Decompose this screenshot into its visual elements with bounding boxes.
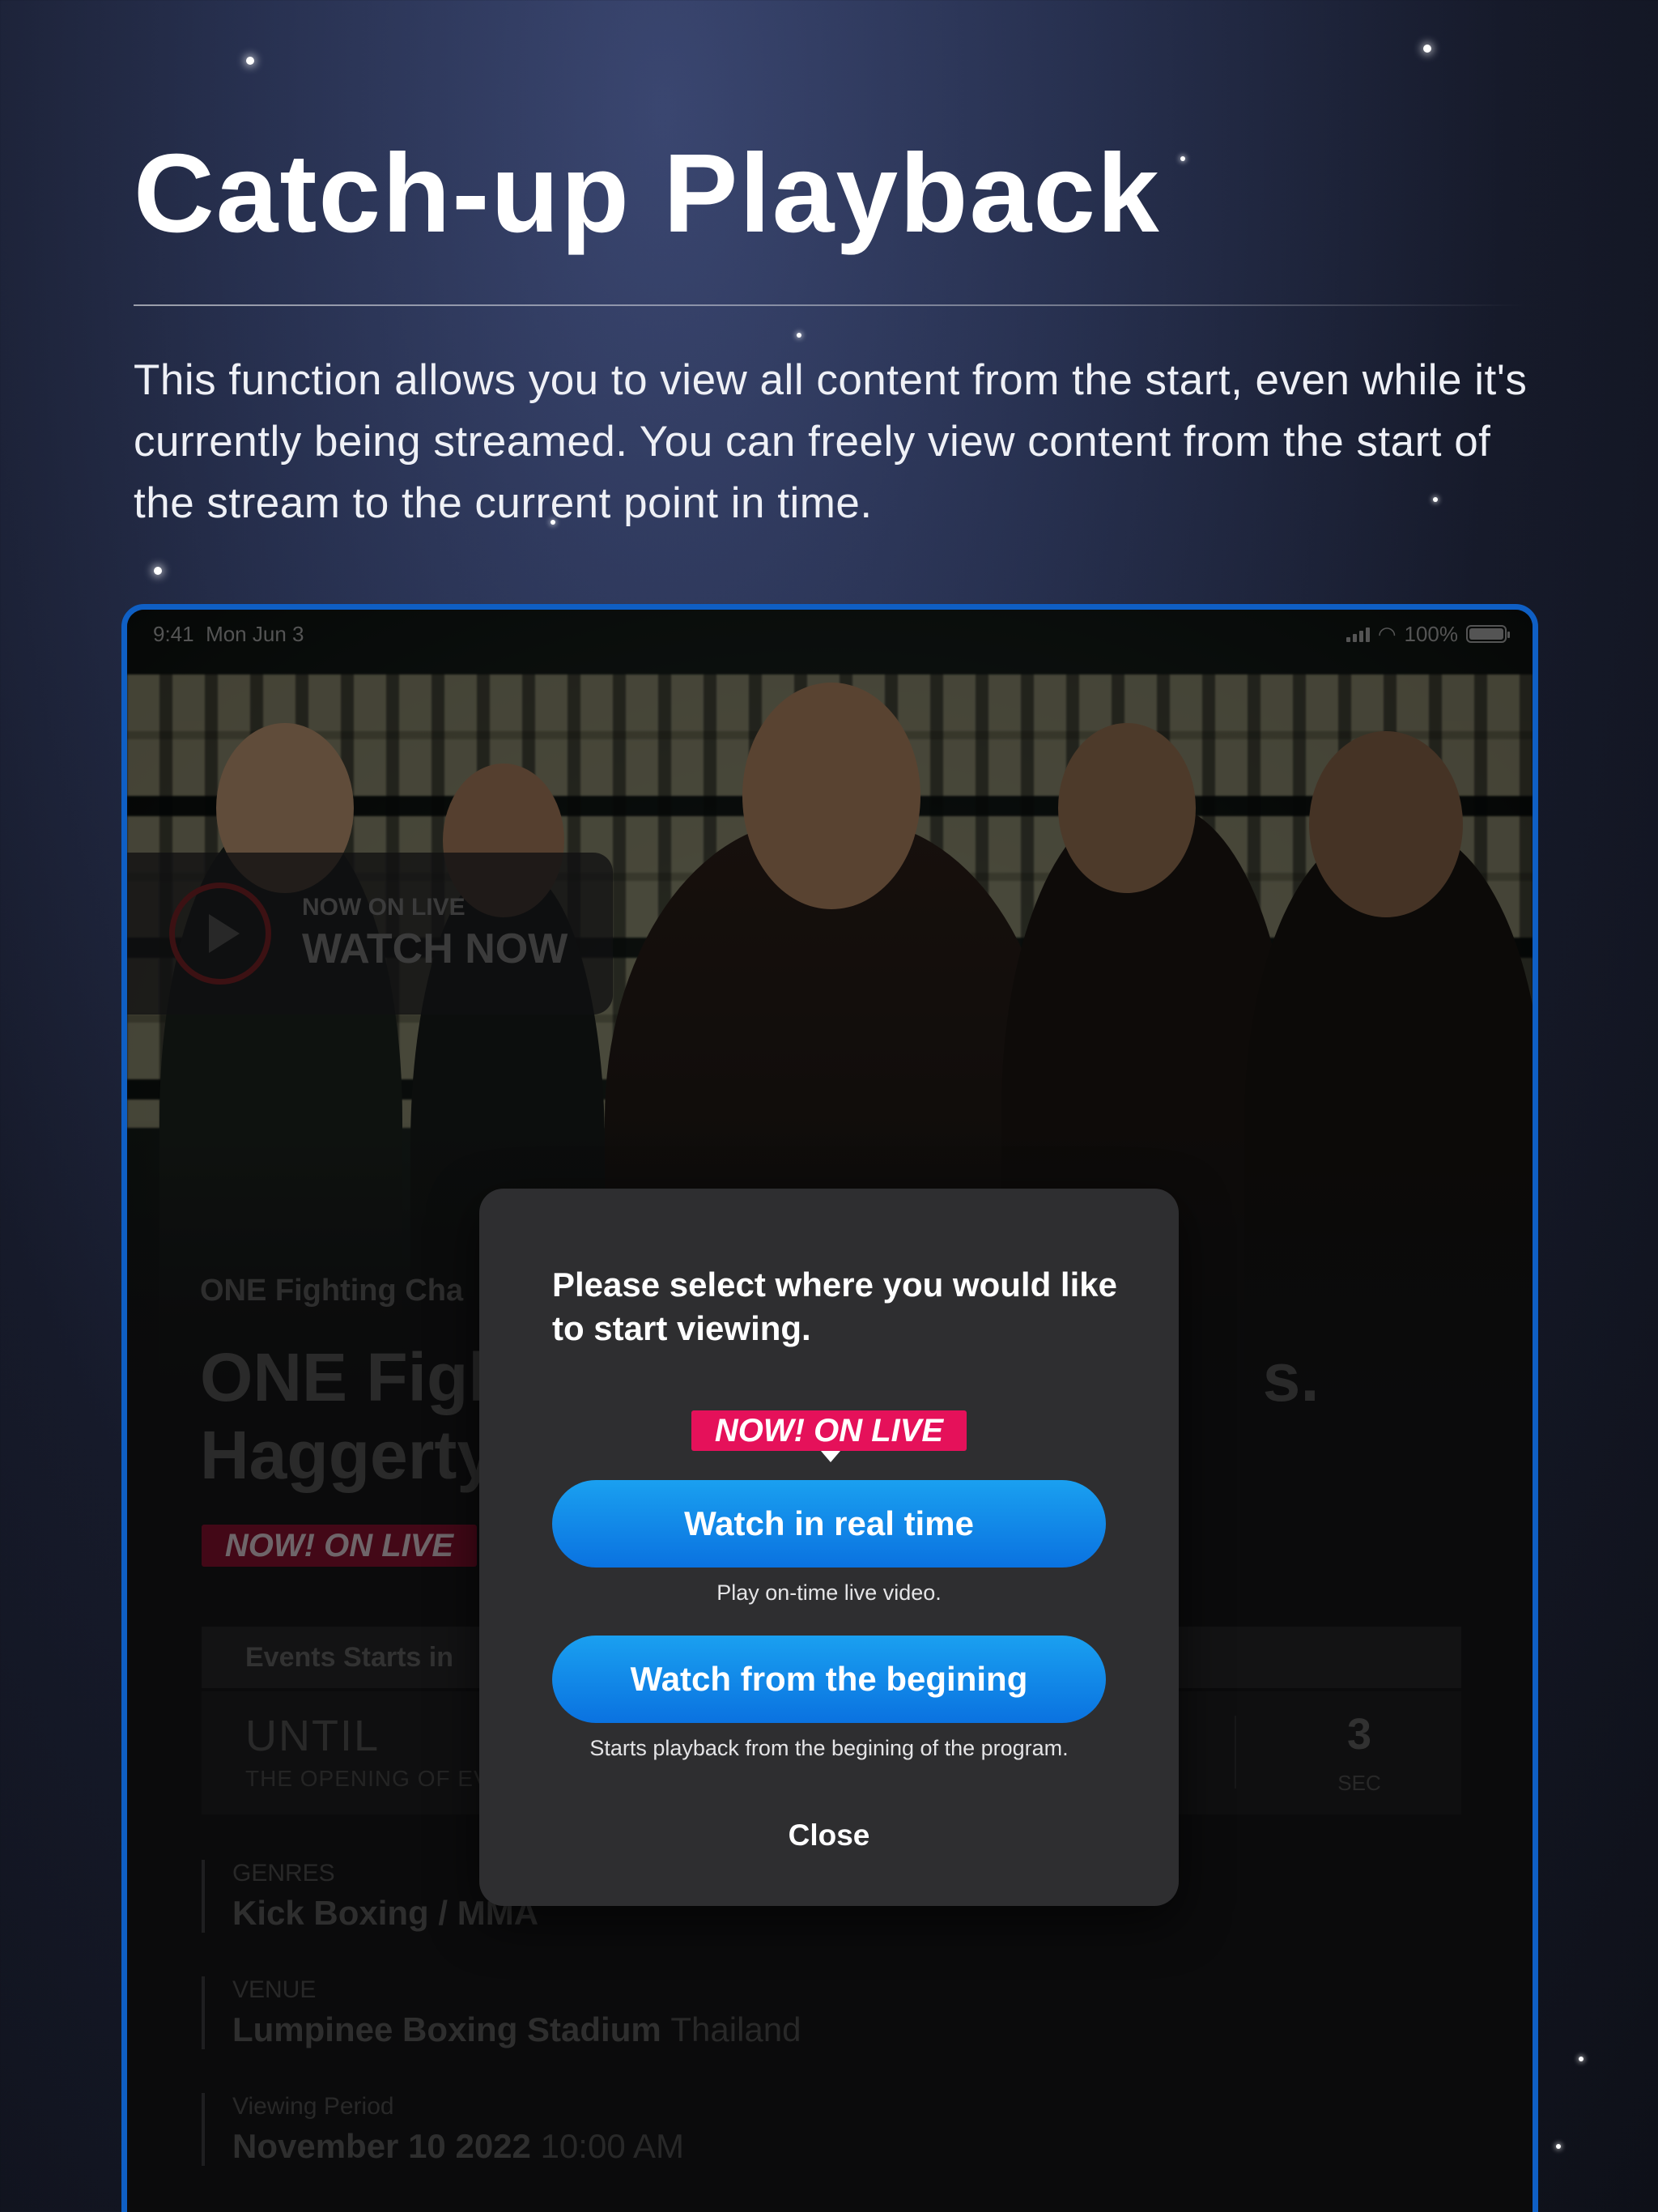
real-time-note: Play on-time live video. [716,1580,942,1605]
star-decoration [154,567,162,575]
now-on-live-badge: NOW! ON LIVE [691,1410,967,1462]
dialog-title: Please select where you would like to st… [552,1266,1117,1347]
star-decoration [1556,2144,1561,2149]
feature-description: This function allows you to view all con… [134,356,1528,527]
beginning-note: Starts playback from the begining of the… [589,1736,1069,1760]
star-decoration [1423,45,1431,53]
star-decoration [797,333,801,338]
page-title: Catch-up Playback [134,131,1161,256]
watch-real-time-button[interactable]: Watch in real time [552,1480,1106,1568]
star-decoration [246,57,254,65]
close-button[interactable]: Close [748,1807,910,1864]
title-divider [134,304,1526,306]
star-decoration [1180,156,1185,161]
start-position-dialog: Please select where you would like to st… [479,1189,1179,1906]
star-decoration [1579,2057,1584,2061]
watch-from-beginning-button[interactable]: Watch from the begining [552,1636,1106,1723]
